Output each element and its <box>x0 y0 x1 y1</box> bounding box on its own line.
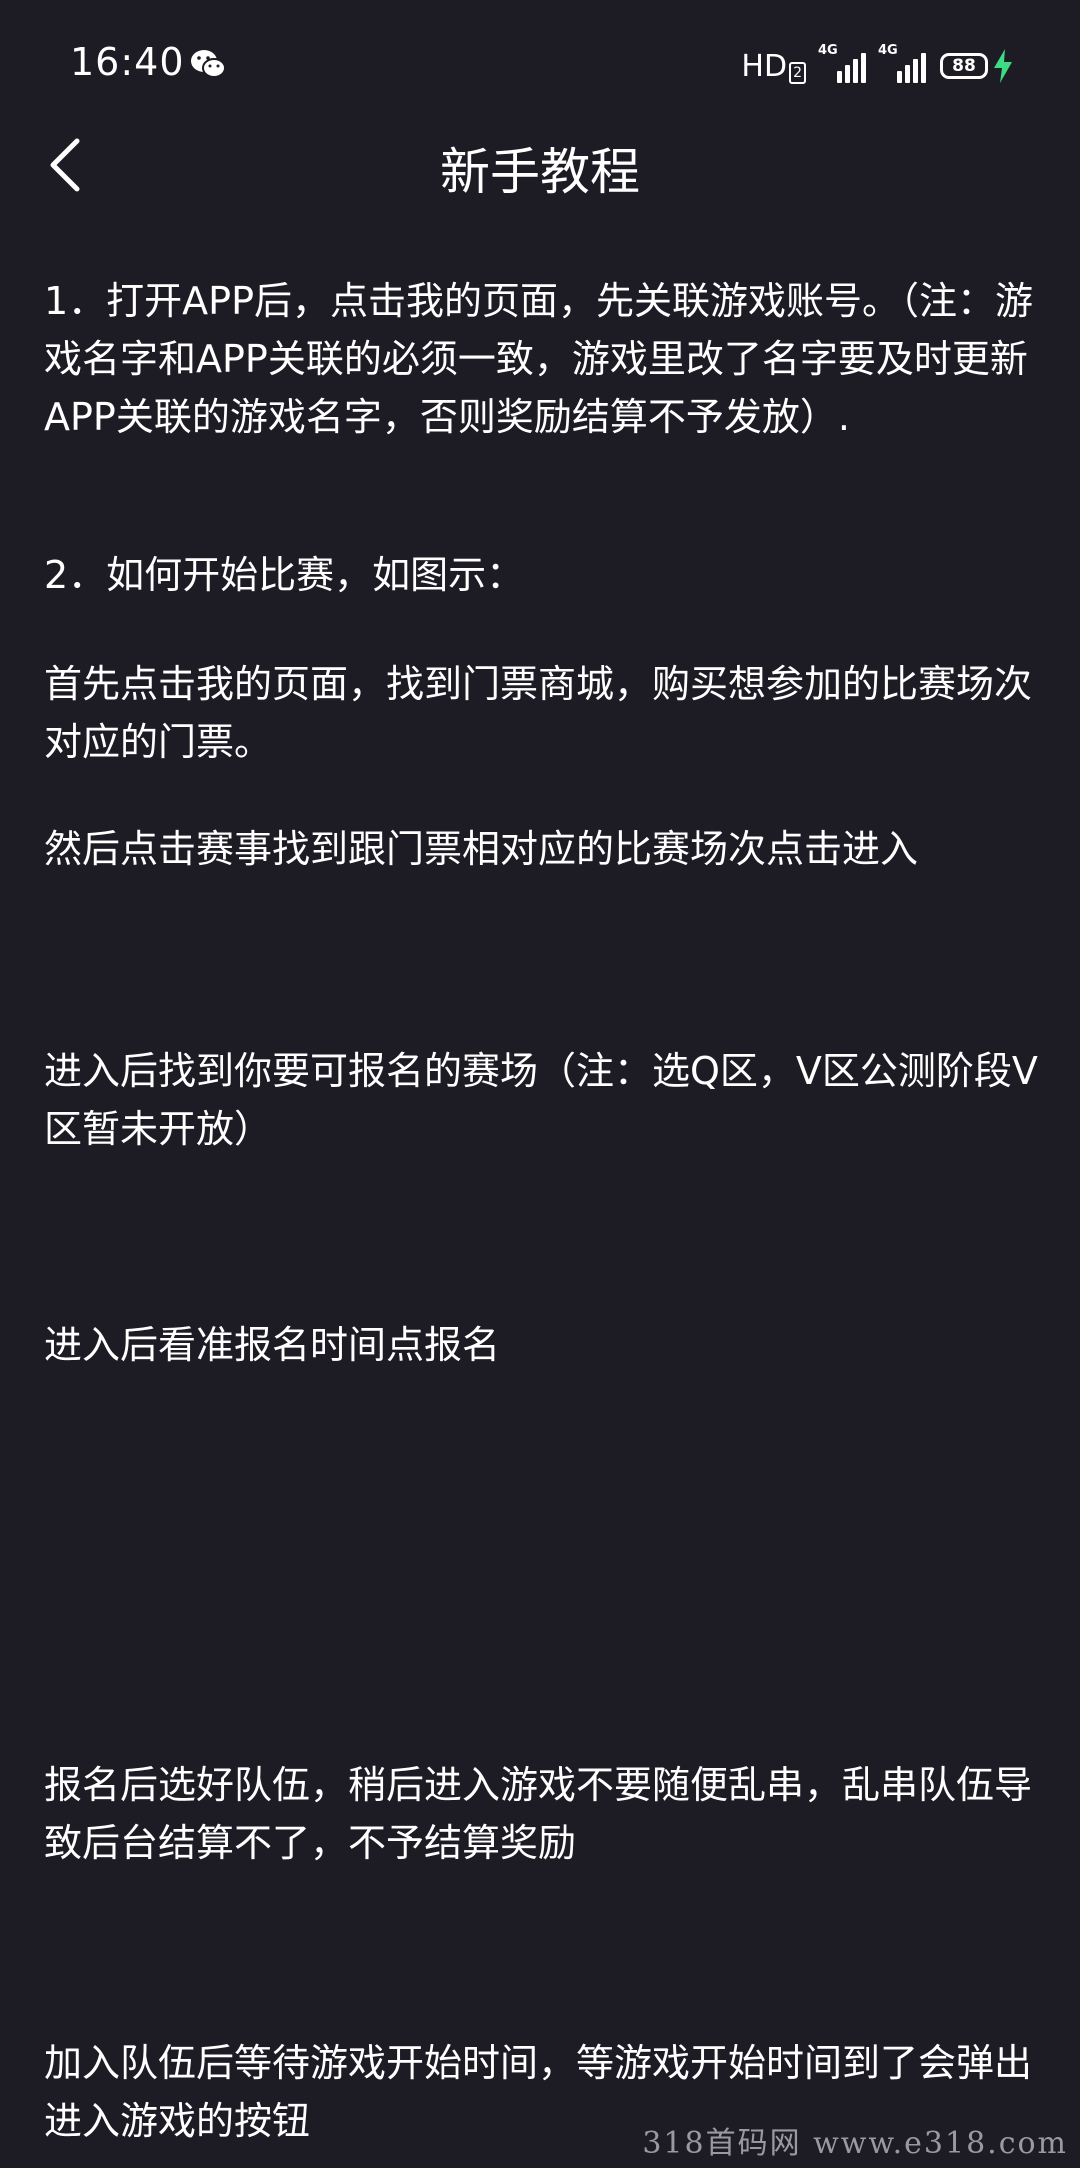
battery-level: 88 <box>940 53 988 79</box>
status-icons: HD 2 4G 4G 88 <box>741 43 1014 86</box>
status-bar: 16:40 HD 2 4G 4G 88 <box>0 0 1080 130</box>
hd-voice-indicator: HD 2 <box>741 49 806 84</box>
tutorial-screen: 16:40 HD 2 4G 4G 88 新手教程 1．打开APP后，点击我的页面… <box>0 0 1080 2168</box>
tutorial-step-2-detail-4: 进入后看准报名时间点报名 <box>44 1323 501 1367</box>
signal-strength-1-icon: 4G <box>818 43 866 83</box>
tutorial-step-2-detail-1: 首先点击我的页面，找到门票商城，购买想参加的比赛场次对应的门票。 <box>44 662 1033 764</box>
tutorial-step-2: 2．如何开始比赛，如图示： <box>44 553 525 597</box>
signal-strength-2-icon: 4G <box>878 43 926 83</box>
wechat-icon <box>191 50 226 78</box>
status-time: 16:40 <box>70 40 185 84</box>
battery-indicator: 88 <box>940 49 1014 83</box>
nav-header: 新手教程 <box>0 120 1080 204</box>
charging-bolt-icon <box>994 49 1012 83</box>
hd-label: HD <box>741 48 788 84</box>
network-type-1: 4G <box>818 43 838 58</box>
page-title: 新手教程 <box>440 143 640 201</box>
hd-sub-label: 2 <box>789 61 806 84</box>
network-type-2: 4G <box>878 43 898 58</box>
tutorial-step-1: 1．打开APP后，点击我的页面，先关联游戏账号。（注：游戏名字和APP关联的必须… <box>44 279 1034 439</box>
watermark: 318首码网 www.e318.com <box>642 2126 1068 2161</box>
tutorial-step-2-detail-5: 报名后选好队伍，稍后进入游戏不要随便乱串，乱串队伍导致后台结算不了，不予结算奖励 <box>44 1763 1033 1865</box>
tutorial-step-2-detail-2: 然后点击赛事找到跟门票相对应的比赛场次点击进入 <box>44 827 919 871</box>
tutorial-step-2-detail-3: 进入后找到你要可报名的赛场（注：选Q区，V区公测阶段V区暂未开放） <box>44 1049 1038 1151</box>
